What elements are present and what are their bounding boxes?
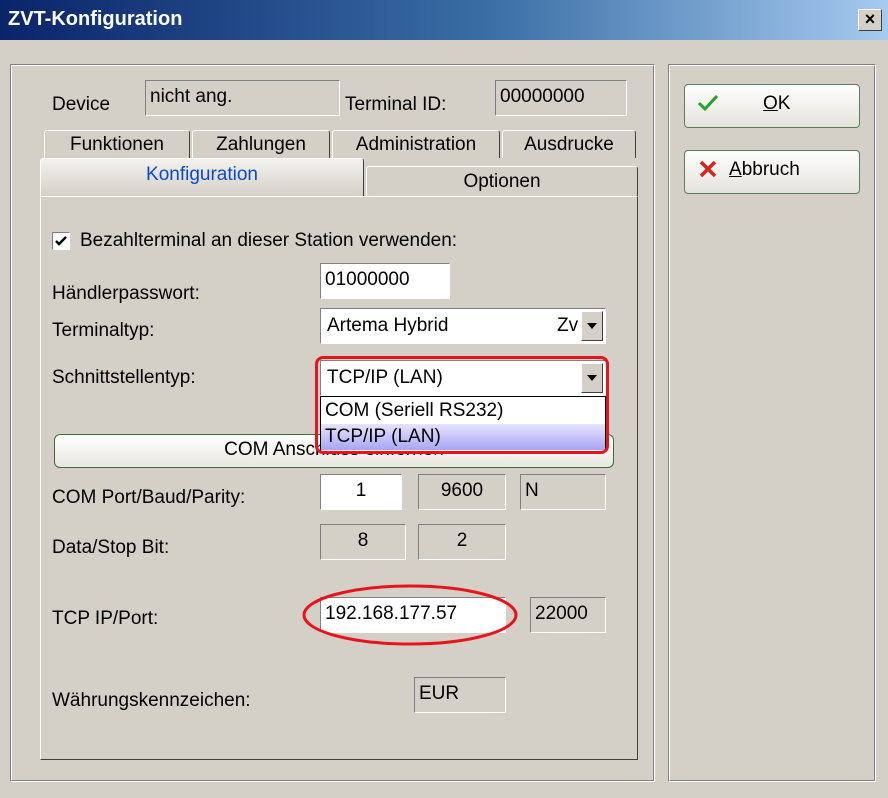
tab-label: Konfiguration: [146, 164, 258, 185]
tcp-label: TCP IP/Port:: [52, 608, 159, 629]
chevron-down-icon[interactable]: [581, 363, 603, 393]
cross-icon: [699, 160, 717, 178]
terminal-type-select[interactable]: Artema Hybrid Zv: [320, 308, 606, 344]
tab-label: Optionen: [463, 171, 541, 192]
close-icon: ×: [864, 9, 876, 29]
tab-administration[interactable]: Administration: [332, 130, 500, 158]
com-port-label: COM Port/Baud/Parity:: [52, 487, 246, 508]
data-stop-label: Data/Stop Bit:: [52, 537, 170, 558]
tab-label: Zahlungen: [216, 134, 306, 155]
title-bar[interactable]: ZVT-Konfiguration ×: [0, 0, 888, 40]
tab-optionen[interactable]: Optionen: [366, 166, 638, 196]
cancel-mnemonic: A: [729, 159, 742, 180]
interface-type-dropdown: COM (Seriell RS232) TCP/IP (LAN): [320, 396, 606, 452]
tab-konfiguration[interactable]: Konfiguration: [40, 158, 364, 196]
chevron-down-icon[interactable]: [581, 311, 603, 341]
interface-type-label: Schnittstellentyp:: [52, 367, 196, 388]
red-circle-highlight: [302, 584, 518, 646]
tab-label: Ausdrucke: [524, 134, 614, 155]
ok-button[interactable]: OK: [684, 84, 860, 128]
merchant-password-label: Händlerpasswort:: [52, 283, 200, 304]
use-terminal-checkbox[interactable]: [52, 232, 70, 250]
terminal-id-label: Terminal ID:: [345, 94, 447, 115]
interface-type-select[interactable]: TCP/IP (LAN): [320, 360, 606, 396]
currency-label: Währungskennzeichen:: [52, 690, 251, 711]
device-field: nicht ang.: [145, 80, 340, 116]
checkmark-icon: [697, 94, 719, 112]
checkmark-icon: [55, 236, 67, 246]
window-title: ZVT-Konfiguration: [8, 8, 183, 30]
terminal-type-label: Terminaltyp:: [52, 320, 155, 341]
com-port-input[interactable]: 1: [320, 474, 402, 510]
data-bit-field: 8: [320, 524, 406, 560]
tab-funktionen[interactable]: Funktionen: [44, 130, 190, 158]
tcp-port-field: 22000: [530, 597, 606, 633]
parity-field: N: [520, 474, 606, 510]
stop-bit-field: 2: [418, 524, 506, 560]
currency-field: EUR: [414, 677, 506, 713]
tab-zahlungen[interactable]: Zahlungen: [192, 130, 330, 158]
dropdown-option-com[interactable]: COM (Seriell RS232): [321, 398, 605, 424]
merchant-password-input[interactable]: 01000000: [320, 263, 450, 299]
tab-label: Administration: [355, 134, 477, 155]
dropdown-option-tcpip[interactable]: TCP/IP (LAN): [321, 424, 605, 450]
use-terminal-label: Bezahlterminal an dieser Station verwend…: [80, 230, 458, 251]
terminal-id-field: 00000000: [495, 80, 627, 116]
interface-type-value: TCP/IP (LAN): [327, 367, 443, 388]
tab-ausdrucke[interactable]: Ausdrucke: [502, 130, 636, 158]
device-label: Device: [52, 94, 111, 115]
ok-mnemonic: O: [763, 93, 778, 114]
terminal-type-value: Artema Hybrid: [327, 315, 449, 336]
cancel-button-label: Abbruch: [729, 159, 800, 180]
dialog-window: ZVT-Konfiguration × Device nicht ang. Te…: [0, 0, 888, 798]
baud-field: 9600: [418, 474, 506, 510]
close-button[interactable]: ×: [858, 9, 882, 31]
ok-button-label: OK: [763, 93, 791, 114]
tab-label: Funktionen: [69, 134, 164, 155]
terminal-type-suffix: Zv: [557, 315, 579, 336]
cancel-button[interactable]: Abbruch: [684, 150, 860, 194]
